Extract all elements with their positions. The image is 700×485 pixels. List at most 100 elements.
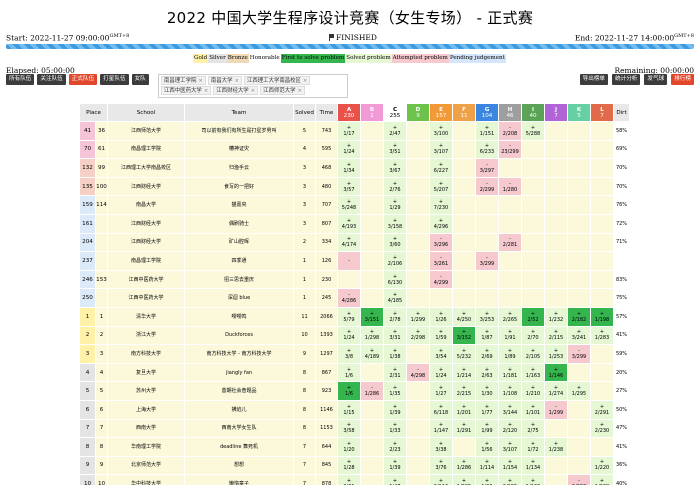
problem-result-cell[interactable]: +2/69: [475, 344, 499, 364]
problem-result-cell[interactable]: +1/136: [521, 474, 545, 485]
problem-result-cell[interactable]: [567, 399, 591, 420]
problem-result-cell[interactable]: [567, 418, 591, 439]
problem-result-cell[interactable]: [498, 251, 522, 271]
table-row[interactable]: 237 南昌理工学院 四季通 1 126 - +2/106 -3/261 -3/299: [79, 251, 630, 271]
team-cell[interactable]: 懒惰童子: [184, 474, 294, 485]
problem-result-cell[interactable]: +1/134: [521, 455, 545, 476]
problem-result-cell[interactable]: [590, 139, 614, 160]
problem-result-cell[interactable]: +3/107: [429, 139, 453, 160]
team-cell[interactable]: 归渔手云: [184, 158, 294, 178]
problem-result-cell[interactable]: +1/39: [383, 455, 407, 476]
team-cell[interactable]: deadline 舞死机: [184, 437, 294, 457]
team-cell[interactable]: 四季通: [184, 251, 294, 271]
problem-result-cell[interactable]: +2/63: [475, 362, 499, 383]
team-cell[interactable]: 嘤嘤鸣: [184, 306, 294, 327]
table-row[interactable]: 2 2 浙江大学 Duckforces 10 1393 +1/24 +1/298 +3/31 +2…: [79, 325, 630, 346]
problem-result-cell[interactable]: [360, 437, 384, 457]
problem-result-cell[interactable]: [406, 232, 430, 253]
table-row[interactable]: 135 100 江西财经大学 食写的一把好 3 480 +3/57 +2/76 +5/207 -2…: [79, 176, 630, 197]
problem-result-cell[interactable]: [521, 288, 545, 308]
problem-result-cell[interactable]: [521, 269, 545, 290]
problem-result-cell[interactable]: +1/220: [590, 455, 614, 476]
problem-result-cell[interactable]: +4/174: [337, 232, 361, 253]
organization-select[interactable]: 南昌理工学院 × 南昌大学 × 江西理工大学南昌校区 × 江西中医药大学 × 江西财经大学 × 江西…: [158, 74, 348, 98]
problem-result-cell[interactable]: [452, 437, 476, 457]
problem-header[interactable]: C 255: [383, 103, 407, 122]
problem-result-cell[interactable]: -3/296: [429, 232, 453, 253]
problem-result-cell[interactable]: +1/17: [337, 121, 361, 141]
filter-button[interactable]: 关注队伍: [37, 74, 66, 85]
problem-result-cell[interactable]: +1/298: [360, 325, 384, 346]
problem-result-cell[interactable]: +1/24: [337, 139, 361, 160]
problem-result-cell[interactable]: +7/230: [429, 195, 453, 215]
table-row[interactable]: 4 4 复旦大学 jiangly fan 8 867 +1/6 +2/31-4/298 +1/2…: [79, 362, 630, 383]
table-row[interactable]: 6 6 上海大学 拂焰儿 8 1146 +1/15 +1/39 +6/118 +1/201 +1/7…: [79, 399, 630, 420]
problem-result-cell[interactable]: [360, 418, 384, 439]
problem-result-cell[interactable]: [498, 269, 522, 290]
problem-header[interactable]: B1: [360, 103, 384, 122]
problem-result-cell[interactable]: +3/144: [498, 399, 522, 420]
problem-result-cell[interactable]: +1/147: [429, 418, 453, 439]
problem-result-cell[interactable]: [521, 232, 545, 253]
problem-result-cell[interactable]: +1/238: [544, 437, 568, 457]
close-icon[interactable]: ×: [298, 88, 303, 94]
problem-result-cell[interactable]: +1/114: [475, 455, 499, 476]
problem-result-cell[interactable]: [406, 213, 430, 234]
close-icon[interactable]: ×: [198, 78, 203, 84]
problem-result-cell[interactable]: [567, 269, 591, 290]
problem-result-cell[interactable]: +3/158: [383, 213, 407, 234]
problem-result-cell[interactable]: +3/107: [498, 437, 522, 457]
team-cell[interactable]: 偶刷骑士: [184, 213, 294, 234]
problem-result-cell[interactable]: +1/6: [337, 362, 361, 383]
problem-result-cell[interactable]: +3/152: [452, 325, 476, 346]
problem-result-cell[interactable]: [406, 121, 430, 141]
problem-result-cell[interactable]: +1/286: [452, 455, 476, 476]
problem-result-cell[interactable]: +1/253: [544, 344, 568, 364]
table-row[interactable]: 159 114 南昌大学 猫嘉央 3 707 +5/248 +1/29 +7/230 76%: [79, 195, 630, 215]
problem-result-cell[interactable]: +1/24: [429, 362, 453, 383]
problem-result-cell[interactable]: +3/253: [475, 306, 499, 327]
problem-result-cell[interactable]: +1/238: [590, 474, 614, 485]
table-row[interactable]: 7 7 西南大学 西南大学女生队 8 1153 +3/58 +1/33 +1/147 +1/291…: [79, 418, 630, 439]
team-cell[interactable]: 想想: [184, 455, 294, 476]
problem-result-cell[interactable]: +1/299: [406, 306, 430, 327]
problem-result-cell[interactable]: [360, 158, 384, 178]
problem-result-cell[interactable]: +6/227: [429, 158, 453, 178]
problem-result-cell[interactable]: [544, 158, 568, 178]
problem-result-cell[interactable]: +2/120: [498, 418, 522, 439]
problem-result-cell[interactable]: [406, 176, 430, 197]
problem-result-cell[interactable]: [544, 418, 568, 439]
team-cell[interactable]: jiangly fan: [184, 362, 294, 383]
problem-result-cell[interactable]: +1/59: [429, 325, 453, 346]
problem-result-cell[interactable]: -2/208: [498, 121, 522, 141]
problem-result-cell[interactable]: [544, 455, 568, 476]
problem-result-cell[interactable]: +1/26: [429, 306, 453, 327]
problem-result-cell[interactable]: [360, 121, 384, 141]
problem-result-cell[interactable]: +1/38: [383, 344, 407, 364]
problem-result-cell[interactable]: [521, 176, 545, 197]
problem-result-cell[interactable]: [567, 195, 591, 215]
filter-button[interactable]: 正式队伍: [68, 74, 98, 85]
problem-result-cell[interactable]: +2/215: [452, 381, 476, 401]
problem-result-cell[interactable]: [590, 437, 614, 457]
problem-result-cell[interactable]: +1/29: [383, 195, 407, 215]
problem-result-cell[interactable]: [521, 139, 545, 160]
problem-result-cell[interactable]: -4/299: [429, 269, 453, 290]
problem-header[interactable]: K5: [567, 103, 591, 122]
problem-result-cell[interactable]: +1/28: [337, 455, 361, 476]
problem-result-cell[interactable]: +2/230: [590, 418, 614, 439]
problem-result-cell[interactable]: [475, 269, 499, 290]
team-cell[interactable]: 糟神证灾: [184, 139, 294, 160]
problem-result-cell[interactable]: +2/47: [383, 121, 407, 141]
table-row[interactable]: 9 9 北京师范大学 想想 7 845 +1/28 +1/39 +3/76 +1/286 +1/11…: [79, 455, 630, 476]
problem-result-cell[interactable]: +3/31: [337, 474, 361, 485]
problem-result-cell[interactable]: +3/58: [337, 418, 361, 439]
problem-result-cell[interactable]: +2/78: [383, 306, 407, 327]
problem-result-cell[interactable]: [360, 269, 384, 290]
problem-result-cell[interactable]: [406, 158, 430, 178]
problem-result-cell[interactable]: +1/91: [498, 325, 522, 346]
problem-result-cell[interactable]: +1/56: [475, 437, 499, 457]
close-icon[interactable]: ×: [251, 88, 256, 94]
problem-result-cell[interactable]: [590, 251, 614, 271]
problem-result-cell[interactable]: [544, 213, 568, 234]
